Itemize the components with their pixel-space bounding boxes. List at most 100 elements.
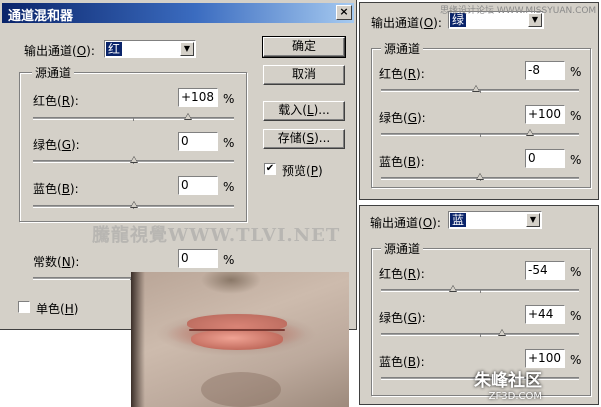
blue-panel-red-label: 红色(R): bbox=[379, 265, 425, 282]
green-panel-output-hotkey: O bbox=[423, 16, 434, 30]
lower-lip bbox=[191, 330, 283, 350]
red-channel-label-suffix: ): bbox=[70, 94, 79, 108]
green-panel-blue-label: 蓝色(B): bbox=[379, 153, 425, 170]
monochrome-label-suffix: ) bbox=[73, 302, 79, 316]
title-bar[interactable]: 通道混和器 × bbox=[2, 3, 354, 24]
red-channel-label: 红色(R): bbox=[33, 92, 79, 109]
green-channel-unit: % bbox=[223, 136, 235, 150]
red-channel-input[interactable]: +108 bbox=[178, 88, 218, 107]
preview-label-text: 预览( bbox=[282, 164, 311, 178]
preview-label: 预览(P) bbox=[282, 162, 323, 179]
green-channel-input[interactable]: 0 bbox=[178, 132, 218, 151]
ok-button[interactable]: 确定 bbox=[262, 36, 346, 58]
blue-channel-unit: % bbox=[223, 180, 235, 194]
blue-channel-input[interactable]: 0 bbox=[178, 176, 218, 195]
output-channel-label-text: 输出通道( bbox=[24, 44, 77, 58]
dialog-title: 通道混和器 bbox=[8, 9, 74, 24]
green-panel-blue-suffix: ): bbox=[415, 155, 425, 169]
green-channel-hotkey: G bbox=[61, 138, 71, 152]
constant-input[interactable]: 0 bbox=[178, 249, 218, 268]
slider-center-tick bbox=[133, 118, 134, 121]
blue-panel-output-label-text: 输出通道( bbox=[370, 216, 423, 230]
green-channel-slider-thumb[interactable] bbox=[130, 156, 138, 163]
output-channel-label-suffix: ): bbox=[86, 44, 95, 58]
chevron-down-icon[interactable]: ▼ bbox=[526, 213, 540, 227]
blue-panel-green-label: 绿色(G): bbox=[379, 309, 426, 326]
blue-panel-green-suffix: ): bbox=[417, 311, 426, 325]
zf3d-watermark-name: 朱峰社区 bbox=[474, 371, 542, 391]
green-panel-green-slider[interactable] bbox=[381, 129, 579, 137]
constant-label: 常数(N): bbox=[33, 253, 79, 270]
green-panel-blue-input[interactable]: 0 bbox=[525, 149, 565, 168]
blue-panel-output-select[interactable]: 蓝 ▼ bbox=[448, 211, 542, 229]
zf3d-watermark-url: ZF3D.COM bbox=[488, 391, 542, 402]
blue-panel-red-slider-thumb[interactable] bbox=[449, 285, 457, 292]
green-panel-red-hotkey: R bbox=[407, 67, 417, 81]
blue-panel-red-input[interactable]: -54 bbox=[525, 261, 565, 280]
blue-channel-slider[interactable] bbox=[33, 201, 234, 209]
blue-panel-red-slider[interactable] bbox=[381, 285, 579, 293]
tlvi-watermark: 騰龍視覺WWW.TLVI.NET bbox=[92, 225, 341, 246]
load-button-hotkey: L bbox=[306, 103, 314, 117]
close-icon[interactable]: × bbox=[336, 5, 352, 20]
monochrome-hotkey: H bbox=[64, 302, 74, 316]
monochrome-checkbox[interactable] bbox=[18, 301, 30, 313]
red-channel-hotkey: R bbox=[61, 94, 71, 108]
preview-hotkey: P bbox=[310, 164, 318, 178]
save-button-hotkey: S bbox=[306, 131, 315, 145]
green-panel-blue-slider-thumb[interactable] bbox=[476, 173, 484, 180]
photo-shadow bbox=[131, 272, 145, 407]
blue-channel-label-text: 蓝色( bbox=[33, 182, 62, 196]
blue-panel-blue-suffix: ): bbox=[415, 355, 425, 369]
green-panel-red-suffix: ): bbox=[416, 67, 425, 81]
blue-panel-red-suffix: ): bbox=[416, 267, 425, 281]
blue-panel-output-hotkey: O bbox=[422, 216, 433, 230]
load-button[interactable]: 载入(L)... bbox=[263, 101, 345, 121]
cancel-button[interactable]: 取消 bbox=[263, 65, 345, 85]
preview-photo-lips bbox=[131, 272, 349, 407]
red-channel-slider[interactable] bbox=[33, 113, 234, 121]
green-panel-blue-hotkey: B bbox=[407, 155, 416, 169]
green-panel-green-label: 绿色(G): bbox=[379, 109, 426, 126]
slider-center-tick bbox=[480, 134, 481, 137]
green-panel-blue-label-text: 蓝色( bbox=[379, 155, 408, 169]
green-panel-output-label-text: 输出通道( bbox=[371, 16, 424, 30]
output-channel-value: 红 bbox=[106, 42, 123, 56]
constant-hotkey: N bbox=[61, 255, 71, 269]
blue-panel-green-slider-thumb[interactable] bbox=[498, 329, 506, 336]
chevron-down-icon[interactable]: ▼ bbox=[180, 42, 194, 56]
blue-panel-green-label-text: 绿色( bbox=[379, 311, 408, 325]
green-panel-green-slider-thumb[interactable] bbox=[526, 129, 534, 136]
blue-panel-green-slider[interactable] bbox=[381, 329, 579, 337]
blue-panel-output-value: 蓝 bbox=[450, 213, 467, 227]
constant-unit: % bbox=[223, 253, 235, 267]
green-panel-red-unit: % bbox=[570, 65, 582, 79]
blue-panel-red-label-text: 红色( bbox=[379, 267, 408, 281]
blue-panel-blue-hotkey: B bbox=[407, 355, 416, 369]
green-panel-blue-slider[interactable] bbox=[381, 173, 579, 181]
checkmark-icon: ✔ bbox=[265, 163, 275, 174]
blue-channel-label: 蓝色(B): bbox=[33, 180, 79, 197]
blue-channel-slider-thumb[interactable] bbox=[130, 201, 138, 208]
monochrome-label-text: 单色( bbox=[36, 302, 65, 316]
green-panel-red-slider[interactable] bbox=[381, 85, 579, 93]
green-panel-green-input[interactable]: +100 bbox=[525, 105, 565, 124]
green-panel-red-input[interactable]: -8 bbox=[525, 61, 565, 80]
preview-checkbox[interactable]: ✔ bbox=[264, 163, 276, 175]
red-channel-slider-thumb[interactable] bbox=[184, 113, 192, 120]
output-channel-select[interactable]: 红 ▼ bbox=[104, 40, 196, 58]
missyuan-watermark: 思缘设计论坛 WWW.MISSYUAN.COM bbox=[440, 6, 597, 16]
blue-panel-red-hotkey: R bbox=[407, 267, 417, 281]
green-panel-red-slider-thumb[interactable] bbox=[472, 85, 480, 92]
constant-label-suffix: ): bbox=[70, 255, 80, 269]
green-panel-blue-unit: % bbox=[570, 153, 582, 167]
preview-label-suffix: ) bbox=[317, 164, 323, 178]
save-button[interactable]: 存储(S)... bbox=[263, 129, 345, 149]
green-channel-slider[interactable] bbox=[33, 156, 234, 164]
blue-panel-blue-label-text: 蓝色( bbox=[379, 355, 408, 369]
blue-channel-hotkey: B bbox=[61, 182, 70, 196]
blue-panel-green-input[interactable]: +44 bbox=[525, 305, 565, 324]
output-channel-hotkey: O bbox=[76, 44, 87, 58]
green-panel-green-suffix: ): bbox=[417, 111, 426, 125]
green-panel-output-label: 输出通道(O): bbox=[371, 14, 442, 31]
